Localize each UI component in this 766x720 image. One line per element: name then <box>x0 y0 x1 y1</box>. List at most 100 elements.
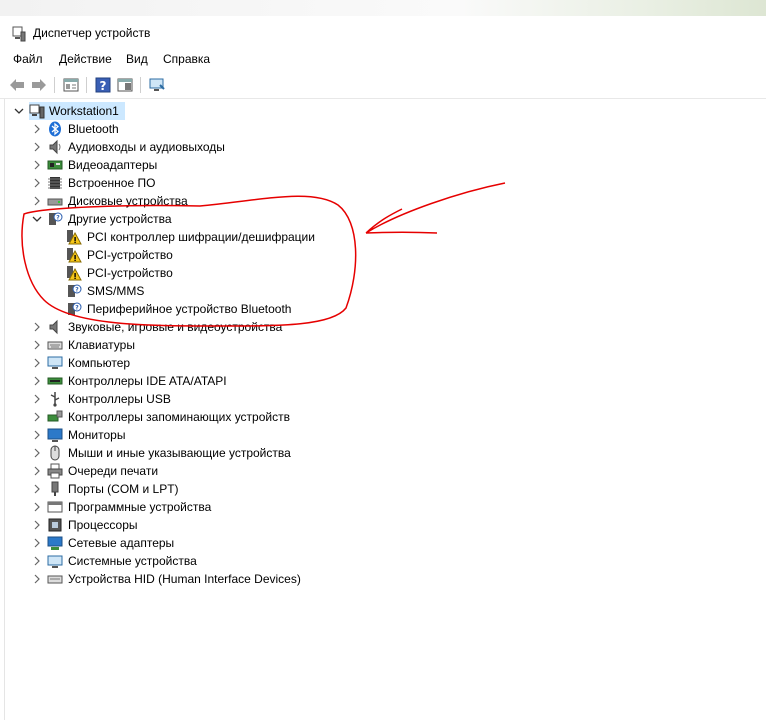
chevron-right-icon[interactable] <box>31 429 43 441</box>
tree-root-label: Workstation1 <box>49 104 119 118</box>
chevron-right-icon[interactable] <box>31 555 43 567</box>
chevron-right-icon[interactable] <box>31 411 43 423</box>
chevron-right-icon[interactable] <box>31 393 43 405</box>
window-title: Диспетчер устройств <box>33 26 151 40</box>
chevron-right-icon[interactable] <box>31 141 43 153</box>
tree-category[interactable]: Мониторы <box>5 426 605 444</box>
menu-bar: Файл Действие Вид Справка <box>0 50 766 70</box>
menu-view[interactable]: Вид <box>126 52 148 66</box>
help-icon[interactable]: ? <box>94 76 112 94</box>
tree-category[interactable]: Встроенное ПО <box>5 174 605 192</box>
menu-file[interactable]: Файл <box>13 52 43 66</box>
tree-category[interactable]: Сетевые адаптеры <box>5 534 605 552</box>
menu-help[interactable]: Справка <box>163 52 210 66</box>
chevron-right-icon[interactable] <box>31 573 43 585</box>
tree-category-label: Компьютер <box>68 356 131 370</box>
tree-category-label: Мыши и иные указывающие устройства <box>68 446 291 460</box>
tree-category-label: Звуковые, игровые и видеоустройства <box>68 320 283 334</box>
chevron-right-icon[interactable] <box>31 339 43 351</box>
device-item[interactable]: PCI контроллер шифрации/дешифрации <box>5 228 605 246</box>
monitor-icon <box>47 427 63 443</box>
tree-category-label: Системные устройства <box>68 554 197 568</box>
chevron-right-icon[interactable] <box>31 177 43 189</box>
tree-category[interactable]: Программные устройства <box>5 498 605 516</box>
chevron-right-icon[interactable] <box>31 501 43 513</box>
svg-text:?: ? <box>75 305 79 312</box>
tree-category-label: Другие устройства <box>68 212 172 226</box>
background-strip <box>0 0 766 16</box>
properties-icon[interactable] <box>62 76 80 94</box>
toolbar: ? <box>0 72 766 99</box>
toolbar-separator <box>140 77 141 93</box>
forward-icon[interactable] <box>30 76 48 94</box>
device-item-label: Периферийное устройство Bluetooth <box>87 302 292 316</box>
chevron-right-icon[interactable] <box>31 195 43 207</box>
tree-category[interactable]: Компьютер <box>5 354 605 372</box>
tree-category-label: Встроенное ПО <box>68 176 156 190</box>
chevron-right-icon[interactable] <box>31 537 43 549</box>
printer-icon <box>47 463 63 479</box>
tree-category[interactable]: Аудиовходы и аудиовыходы <box>5 138 605 156</box>
tree-category[interactable]: Звуковые, игровые и видеоустройства <box>5 318 605 336</box>
chevron-right-icon[interactable] <box>31 465 43 477</box>
warning-device-icon <box>66 247 82 263</box>
chevron-right-icon[interactable] <box>31 123 43 135</box>
tree-category-label: Контроллеры запоминающих устройств <box>68 410 290 424</box>
chevron-down-icon[interactable] <box>31 213 43 225</box>
tree-category-label: Контроллеры IDE ATA/ATAPI <box>68 374 227 388</box>
tree-category[interactable]: Системные устройства <box>5 552 605 570</box>
network-adapter-icon <box>47 535 63 551</box>
tree-category-expanded[interactable]: ? Другие устройства <box>5 210 605 228</box>
tree-category[interactable]: Контроллеры USB <box>5 390 605 408</box>
keyboard-icon <box>47 337 63 353</box>
tree-category[interactable]: Клавиатуры <box>5 336 605 354</box>
chevron-right-icon[interactable] <box>31 519 43 531</box>
chevron-right-icon[interactable] <box>31 159 43 171</box>
tree-category[interactable]: Контроллеры запоминающих устройств <box>5 408 605 426</box>
chevron-right-icon[interactable] <box>31 357 43 369</box>
device-item[interactable]: PCI-устройство <box>5 246 605 264</box>
back-icon[interactable] <box>8 76 26 94</box>
unknown-device-icon: ? <box>47 211 63 227</box>
tree-category[interactable]: Bluetooth <box>5 120 605 138</box>
chevron-right-icon[interactable] <box>31 321 43 333</box>
tree-root[interactable]: Workstation1 <box>5 102 605 120</box>
menu-action[interactable]: Действие <box>59 52 112 66</box>
chevron-right-icon[interactable] <box>31 375 43 387</box>
sound-icon <box>47 319 63 335</box>
device-tree: Workstation1 Bluetooth Аудиовходы и ауди… <box>4 99 766 720</box>
tree-category-label: Аудиовходы и аудиовыходы <box>68 140 225 154</box>
usb-icon <box>47 391 63 407</box>
hid-icon <box>47 571 63 587</box>
tree-category-label: Дисковые устройства <box>68 194 188 208</box>
storage-controller-icon <box>47 409 63 425</box>
tree-category-label: Клавиатуры <box>68 338 135 352</box>
tree-category[interactable]: Дисковые устройства <box>5 192 605 210</box>
device-item-label: PCI-устройство <box>87 248 173 262</box>
chevron-right-icon[interactable] <box>31 483 43 495</box>
tree-category[interactable]: Мыши и иные указывающие устройства <box>5 444 605 462</box>
unknown-device-icon: ? <box>66 283 82 299</box>
device-item[interactable]: ? Периферийное устройство Bluetooth <box>5 300 605 318</box>
device-item[interactable]: PCI-устройство <box>5 264 605 282</box>
svg-text:?: ? <box>56 215 60 222</box>
monitor-scan-icon[interactable] <box>148 76 166 94</box>
port-icon <box>47 481 63 497</box>
tree-category-label: Процессоры <box>68 518 138 532</box>
warning-device-icon <box>66 229 82 245</box>
tree-category-label: Видеоадаптеры <box>68 158 158 172</box>
tree-category-label: Мониторы <box>68 428 126 442</box>
action-pane-icon[interactable] <box>116 76 134 94</box>
device-item-label: SMS/MMS <box>87 284 145 298</box>
chevron-down-icon[interactable] <box>13 105 25 117</box>
device-item[interactable]: ? SMS/MMS <box>5 282 605 300</box>
tree-category[interactable]: Контроллеры IDE ATA/ATAPI <box>5 372 605 390</box>
tree-category[interactable]: Устройства HID (Human Interface Devices) <box>5 570 605 588</box>
tree-category[interactable]: Видеоадаптеры <box>5 156 605 174</box>
tree-category[interactable]: Порты (COM и LPT) <box>5 480 605 498</box>
svg-text:?: ? <box>100 79 107 93</box>
tree-category[interactable]: Очереди печати <box>5 462 605 480</box>
toolbar-separator <box>86 77 87 93</box>
chevron-right-icon[interactable] <box>31 447 43 459</box>
tree-category[interactable]: Процессоры <box>5 516 605 534</box>
